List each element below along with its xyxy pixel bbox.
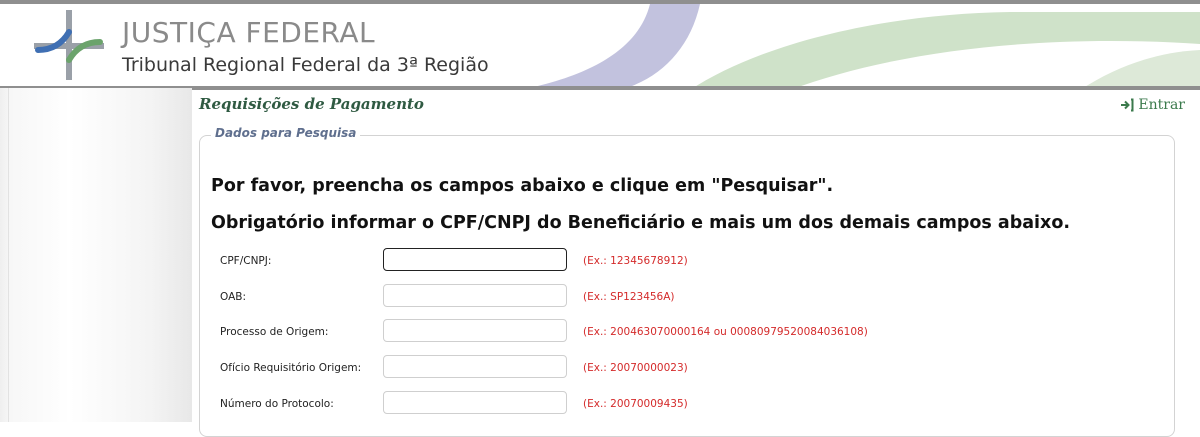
oab-label: OAB: <box>220 291 247 303</box>
jf-logo-icon <box>34 10 104 80</box>
instruction-text: Por favor, preencha os campos abaixo e c… <box>211 176 834 196</box>
processo-origem-input[interactable] <box>383 319 567 342</box>
oficio-requisitorio-input[interactable] <box>383 355 567 378</box>
oficio-requisitorio-label: Ofício Requisitório Origem: <box>220 362 362 374</box>
oab-input[interactable] <box>383 284 567 307</box>
oab-hint: (Ex.: SP123456A) <box>583 291 675 303</box>
cpf-cnpj-label: CPF/CNPJ: <box>220 255 272 267</box>
brand-subtitle: Tribunal Regional Federal da 3ª Região <box>122 54 489 76</box>
cpf-cnpj-hint: (Ex.: 12345678912) <box>583 255 688 267</box>
numero-protocolo-hint: (Ex.: 20070009435) <box>583 398 688 410</box>
oficio-requisitorio-hint: (Ex.: 20070000023) <box>583 362 688 374</box>
cpf-cnpj-input[interactable] <box>383 248 567 271</box>
search-legend: Dados para Pesquisa <box>211 126 361 140</box>
required-notice: Obrigatório informar o CPF/CNPJ do Benef… <box>211 213 1070 233</box>
processo-origem-label: Processo de Origem: <box>220 326 329 338</box>
processo-origem-hint: (Ex.: 200463070000164 ou 000809795200840… <box>583 326 868 338</box>
left-sidebar-decoration <box>0 88 192 422</box>
sidebar-divider <box>8 88 9 422</box>
site-header: JUSTIÇA FEDERAL Tribunal Regional Federa… <box>0 0 1200 90</box>
numero-protocolo-label: Número do Protocolo: <box>220 398 334 410</box>
numero-protocolo-input[interactable] <box>383 391 567 414</box>
login-label: Entrar <box>1138 97 1185 113</box>
login-arrow-icon <box>1121 98 1134 112</box>
brand-title: JUSTIÇA FEDERAL <box>122 16 376 49</box>
login-link[interactable]: Entrar <box>1120 97 1185 113</box>
page-title: Requisições de Pagamento <box>199 95 424 113</box>
